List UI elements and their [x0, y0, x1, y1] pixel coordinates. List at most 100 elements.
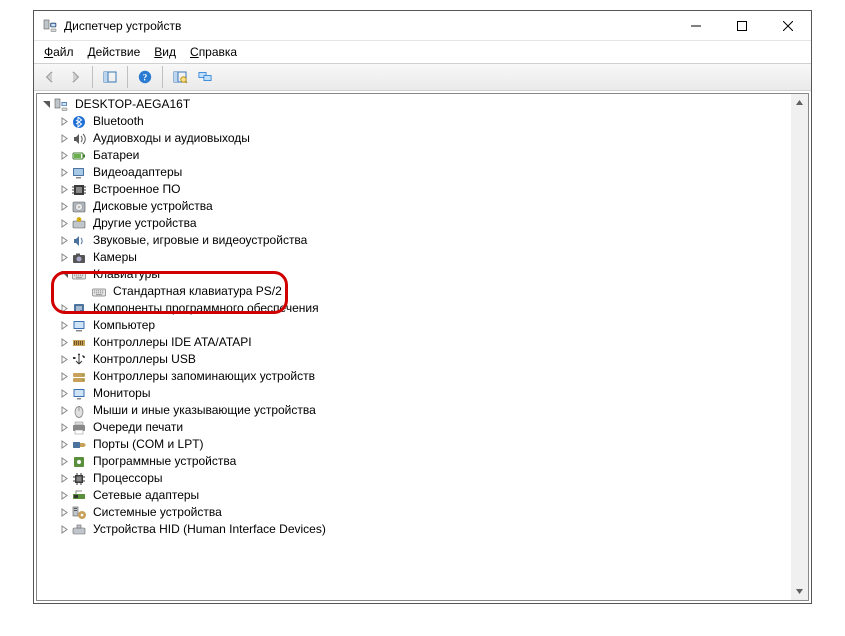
scroll-track[interactable] — [791, 111, 808, 583]
tree-item-label: Контроллеры IDE ATA/ATAPI — [91, 334, 254, 351]
tree-item[interactable]: Устройства HID (Human Interface Devices) — [37, 521, 791, 538]
tree-item[interactable]: Контроллеры запоминающих устройств — [37, 368, 791, 385]
toolbar-separator — [162, 66, 163, 88]
printer-icon — [71, 420, 87, 436]
toolbar-separator — [92, 66, 93, 88]
tree-item[interactable]: Клавиатуры — [37, 266, 791, 283]
expander-open-icon[interactable] — [57, 266, 71, 283]
tree-item-label: Компоненты программного обеспечения — [91, 300, 321, 317]
usb-icon — [71, 352, 87, 368]
tree-item[interactable]: Bluetooth — [37, 113, 791, 130]
tree-item[interactable]: Компоненты программного обеспечения — [37, 300, 791, 317]
tree-item[interactable]: Мониторы — [37, 385, 791, 402]
display-adapter-icon — [71, 165, 87, 181]
system-icon — [71, 505, 87, 521]
device-tree[interactable]: DESKTOP-AEGA16TBluetoothАудиовходы и ауд… — [37, 94, 791, 600]
tree-item[interactable]: Мыши и иные указывающие устройства — [37, 402, 791, 419]
expander-closed-icon[interactable] — [57, 470, 71, 487]
expander-closed-icon[interactable] — [57, 521, 71, 538]
tree-item[interactable]: Программные устройства — [37, 453, 791, 470]
expander-closed-icon[interactable] — [57, 130, 71, 147]
tree-item[interactable]: Контроллеры IDE ATA/ATAPI — [37, 334, 791, 351]
menu-view[interactable]: Вид — [148, 43, 182, 61]
device-manager-window: Диспетчер устройств Файл Действие Вид Сп… — [33, 10, 812, 604]
tree-item-label: Устройства HID (Human Interface Devices) — [91, 521, 328, 538]
tree-item[interactable]: Камеры — [37, 249, 791, 266]
expander-closed-icon[interactable] — [57, 300, 71, 317]
expander-closed-icon[interactable] — [57, 198, 71, 215]
ide-icon — [71, 335, 87, 351]
expander-closed-icon[interactable] — [57, 181, 71, 198]
bluetooth-icon — [71, 114, 87, 130]
expander-closed-icon[interactable] — [57, 317, 71, 334]
hid-icon — [71, 522, 87, 538]
tree-item-label: Процессоры — [91, 470, 165, 487]
tree-item[interactable]: Звуковые, игровые и видеоустройства — [37, 232, 791, 249]
tree-item[interactable]: Дисковые устройства — [37, 198, 791, 215]
toolbar-monitors-button[interactable] — [193, 65, 217, 89]
expander-closed-icon[interactable] — [57, 368, 71, 385]
close-button[interactable] — [765, 11, 811, 41]
expander-closed-icon[interactable] — [57, 453, 71, 470]
expander-closed-icon[interactable] — [57, 436, 71, 453]
menu-help[interactable]: Справка — [184, 43, 243, 61]
expander-closed-icon[interactable] — [57, 249, 71, 266]
toolbar-help-button[interactable]: ? — [133, 65, 157, 89]
port-icon — [71, 437, 87, 453]
computer-category-icon — [71, 318, 87, 334]
tree-item-label: Встроенное ПО — [91, 181, 182, 198]
scroll-down-button[interactable] — [791, 583, 808, 600]
scroll-up-button[interactable] — [791, 94, 808, 111]
tree-item[interactable]: Контроллеры USB — [37, 351, 791, 368]
tree-item[interactable]: Батареи — [37, 147, 791, 164]
expander-closed-icon[interactable] — [57, 232, 71, 249]
tree-item-label: Батареи — [91, 147, 141, 164]
tree-item-label: Контроллеры запоминающих устройств — [91, 368, 317, 385]
toolbar-forward-button[interactable] — [63, 65, 87, 89]
toolbar-back-button[interactable] — [38, 65, 62, 89]
tree-root[interactable]: DESKTOP-AEGA16T — [37, 96, 791, 113]
tree-item-label: Программные устройства — [91, 453, 238, 470]
tree-item[interactable]: Сетевые адаптеры — [37, 487, 791, 504]
tree-item-label: Звуковые, игровые и видеоустройства — [91, 232, 309, 249]
vertical-scrollbar[interactable] — [791, 94, 808, 600]
tree-item[interactable]: ?Другие устройства — [37, 215, 791, 232]
tree-item[interactable]: Системные устройства — [37, 504, 791, 521]
maximize-button[interactable] — [719, 11, 765, 41]
keyboard-icon — [71, 267, 87, 283]
battery-icon — [71, 148, 87, 164]
tree-item[interactable]: Встроенное ПО — [37, 181, 791, 198]
keyboard-icon — [91, 284, 107, 300]
tree-item[interactable]: Процессоры — [37, 470, 791, 487]
toolbar-separator — [127, 66, 128, 88]
expander-closed-icon[interactable] — [57, 215, 71, 232]
storage-icon — [71, 369, 87, 385]
toolbar-scan-button[interactable] — [168, 65, 192, 89]
expander-closed-icon[interactable] — [57, 334, 71, 351]
expander-closed-icon[interactable] — [57, 164, 71, 181]
menu-file[interactable]: Файл — [38, 43, 80, 61]
tree-item-label: Камеры — [91, 249, 139, 266]
expander-closed-icon[interactable] — [57, 504, 71, 521]
tree-item[interactable]: Видеоадаптеры — [37, 164, 791, 181]
menu-action[interactable]: Действие — [82, 43, 147, 61]
tree-item[interactable]: Очереди печати — [37, 419, 791, 436]
expander-closed-icon[interactable] — [57, 487, 71, 504]
toolbar: ? — [34, 63, 811, 91]
audio-icon — [71, 131, 87, 147]
expander-closed-icon[interactable] — [57, 419, 71, 436]
tree-subitem[interactable]: Стандартная клавиатура PS/2 — [37, 283, 791, 300]
tree-item[interactable]: Порты (COM и LPT) — [37, 436, 791, 453]
svg-text:?: ? — [78, 218, 80, 222]
tree-item[interactable]: Компьютер — [37, 317, 791, 334]
minimize-button[interactable] — [673, 11, 719, 41]
expander-open-icon[interactable] — [39, 96, 53, 113]
expander-closed-icon[interactable] — [57, 385, 71, 402]
expander-closed-icon[interactable] — [57, 351, 71, 368]
expander-closed-icon[interactable] — [57, 402, 71, 419]
expander-closed-icon[interactable] — [57, 113, 71, 130]
expander-closed-icon[interactable] — [57, 147, 71, 164]
tree-item[interactable]: Аудиовходы и аудиовыходы — [37, 130, 791, 147]
toolbar-showhide-button[interactable] — [98, 65, 122, 89]
network-icon — [71, 488, 87, 504]
